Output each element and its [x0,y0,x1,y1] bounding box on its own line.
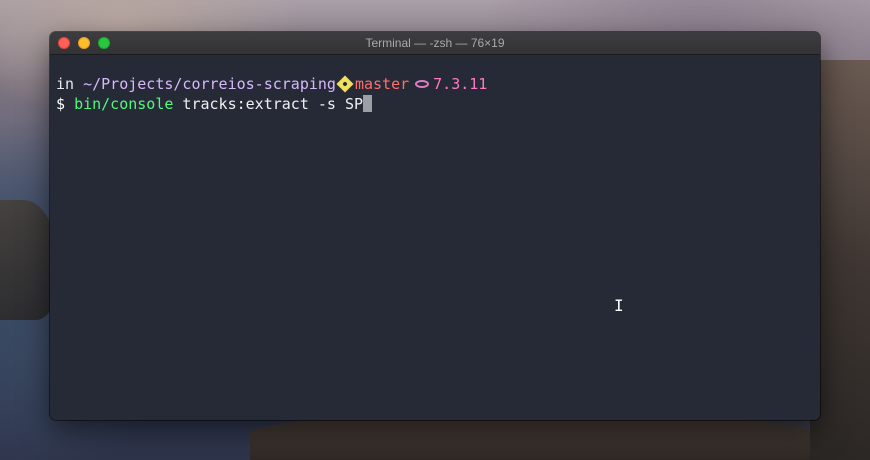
command-name: bin/console [74,95,174,113]
php-icon [415,80,430,88]
window-title: Terminal — -zsh — 76×19 [365,36,505,50]
git-branch-icon [336,75,354,93]
text-cursor [363,95,373,112]
title-bar[interactable]: Terminal — -zsh — 76×19 [50,32,820,55]
ibeam-cursor-icon: I [614,296,624,315]
prompt-symbol: $ [56,95,75,113]
php-version: 7.3.11 [433,75,488,93]
git-branch: master [354,75,410,93]
current-path: ~/Projects/correios-scraping [83,75,336,93]
wallpaper-rock-bottom [250,415,810,460]
prefix-text: in [56,75,84,93]
command-args: tracks:extract -s SP [173,95,364,113]
terminal-content[interactable]: in ~/Projects/correios-scraping master 7.3… [50,55,820,114]
terminal-window[interactable]: Terminal — -zsh — 76×19 in ~/Projects/co… [50,32,820,420]
prompt-info-line: in ~/Projects/correios-scraping master 7.3… [56,74,820,94]
command-line[interactable]: $ bin/console tracks:extract -s SP [56,94,820,114]
